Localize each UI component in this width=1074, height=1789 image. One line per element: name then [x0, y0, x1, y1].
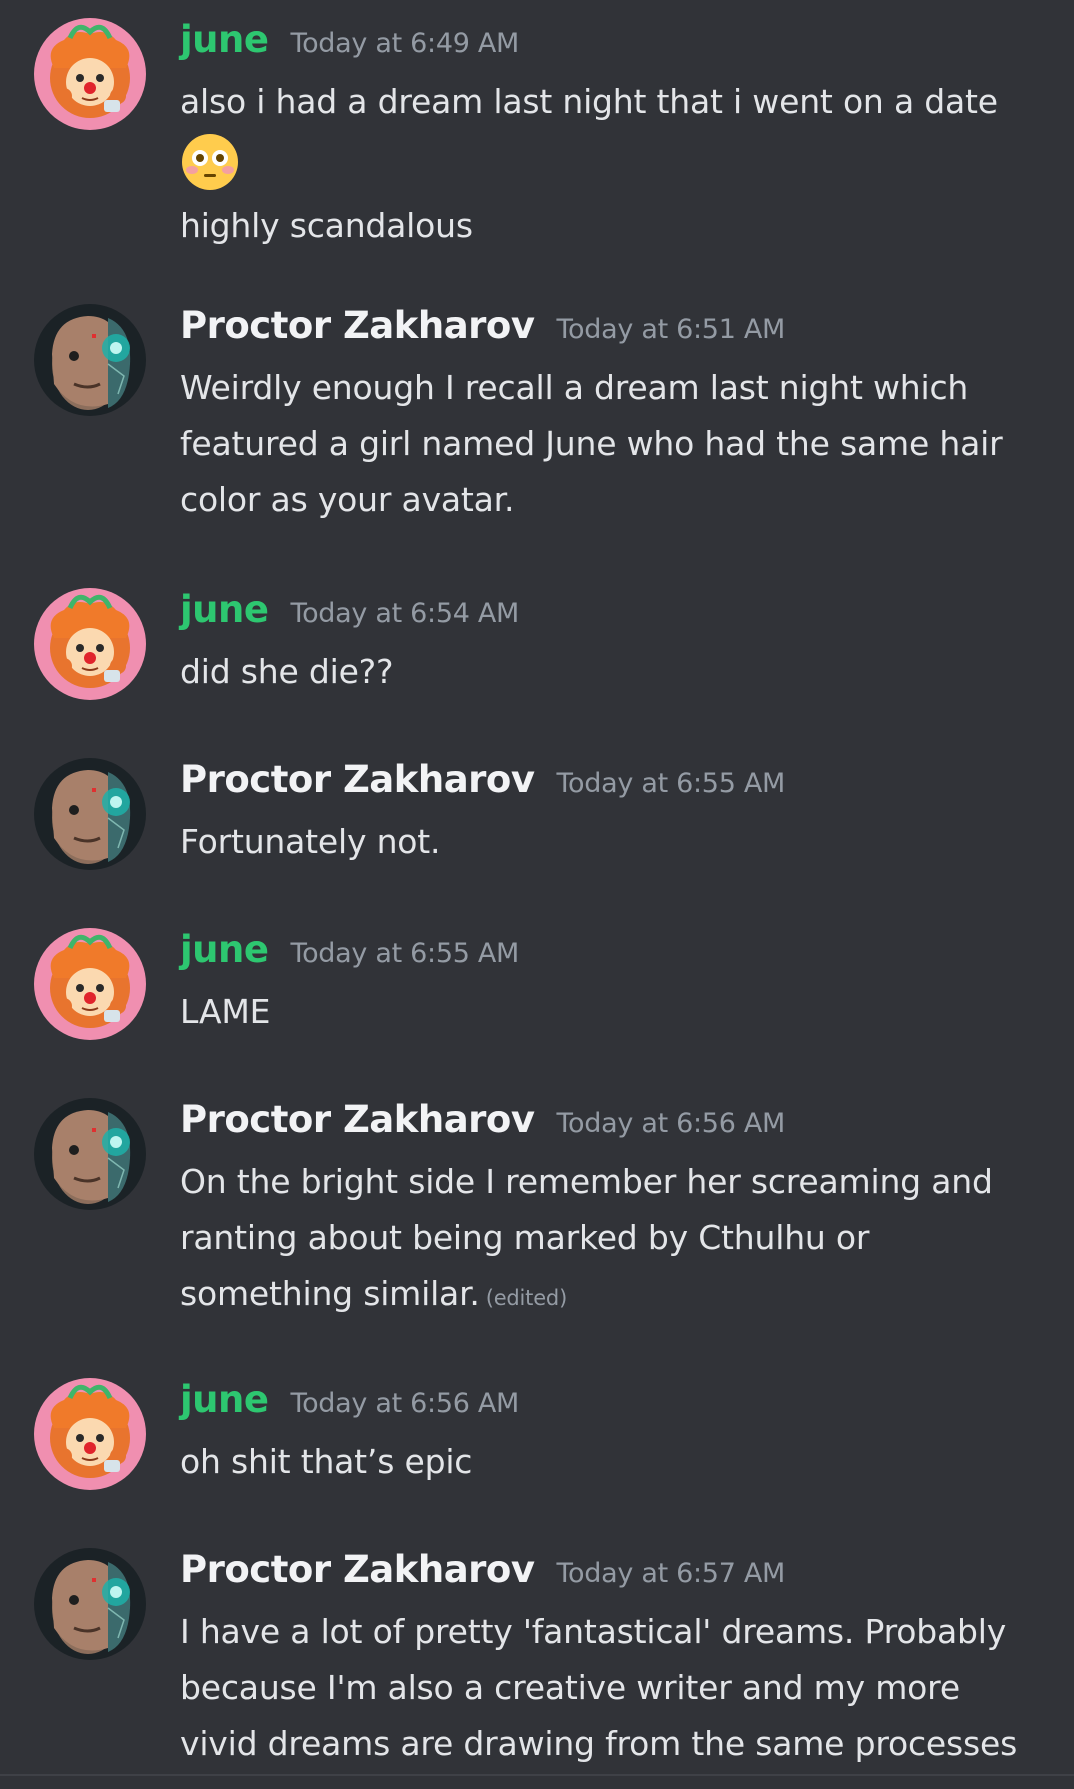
message-text: also i had a dream last night that i wen…	[180, 74, 1040, 254]
message-line: ranting about being marked by Cthulhu or	[180, 1218, 870, 1257]
proctor-avatar-icon[interactable]	[34, 1098, 146, 1210]
author-name[interactable]: june	[180, 1378, 269, 1421]
timestamp: Today at 6:56 AM	[290, 1388, 520, 1419]
message-line: oh shit that’s epic	[180, 1442, 473, 1481]
message-line: did she die??	[180, 652, 394, 691]
author-name[interactable]: Proctor Zakharov	[180, 1098, 535, 1141]
message-line: color as your avatar.	[180, 480, 515, 519]
timestamp: Today at 6:57 AM	[556, 1558, 786, 1589]
author-name[interactable]: Proctor Zakharov	[180, 1548, 535, 1591]
message-line: Fortunately not.	[180, 822, 441, 861]
message-text: LAME	[180, 984, 1040, 1040]
author-name[interactable]: june	[180, 588, 269, 631]
author-name[interactable]: june	[180, 928, 269, 971]
edited-label: (edited)	[485, 1286, 568, 1310]
author-name[interactable]: Proctor Zakharov	[180, 758, 535, 801]
timestamp: Today at 6:56 AM	[556, 1108, 786, 1139]
message-line: something similar. (edited)	[180, 1266, 1040, 1322]
timestamp: Today at 6:51 AM	[556, 314, 786, 345]
timestamp: Today at 6:54 AM	[290, 598, 520, 629]
message-text: Weirdly enough I recall a dream last nig…	[180, 360, 1040, 528]
message-line: because I'm also a creative writer and m…	[180, 1668, 960, 1707]
proctor-avatar-icon[interactable]	[34, 758, 146, 870]
message-line-text: something similar.	[180, 1274, 480, 1313]
message-text: Fortunately not.	[180, 814, 1040, 870]
june-avatar-icon[interactable]	[34, 928, 146, 1040]
author-name[interactable]: Proctor Zakharov	[180, 304, 535, 347]
proctor-avatar-icon[interactable]	[34, 1548, 146, 1660]
june-avatar-icon[interactable]	[34, 588, 146, 700]
author-name[interactable]: june	[180, 18, 269, 61]
message-text: On the bright side I remember her scream…	[180, 1154, 1040, 1322]
flushed-face-icon	[180, 132, 240, 192]
message-line: On the bright side I remember her scream…	[180, 1162, 993, 1201]
message-line: Weirdly enough I recall a dream last nig…	[180, 368, 969, 407]
message-line: LAME	[180, 992, 271, 1031]
message-line: vivid dreams are drawing from the same p…	[180, 1724, 1018, 1763]
message-line: also i had a dream last night that i wen…	[180, 82, 998, 121]
message-line: highly scandalous	[180, 206, 473, 245]
message-text: oh shit that’s epic	[180, 1434, 1040, 1490]
proctor-avatar-icon[interactable]	[34, 304, 146, 416]
timestamp: Today at 6:49 AM	[290, 28, 520, 59]
timestamp: Today at 6:55 AM	[290, 938, 520, 969]
divider	[0, 1774, 1074, 1776]
message-text: I have a lot of pretty 'fantastical' dre…	[180, 1604, 1040, 1772]
message-text: did she die??	[180, 644, 1040, 700]
june-avatar-icon[interactable]	[34, 1378, 146, 1490]
message-line: I have a lot of pretty 'fantastical' dre…	[180, 1612, 1007, 1651]
timestamp: Today at 6:55 AM	[556, 768, 786, 799]
message-line: featured a girl named June who had the s…	[180, 424, 1003, 463]
june-avatar-icon[interactable]	[34, 18, 146, 130]
